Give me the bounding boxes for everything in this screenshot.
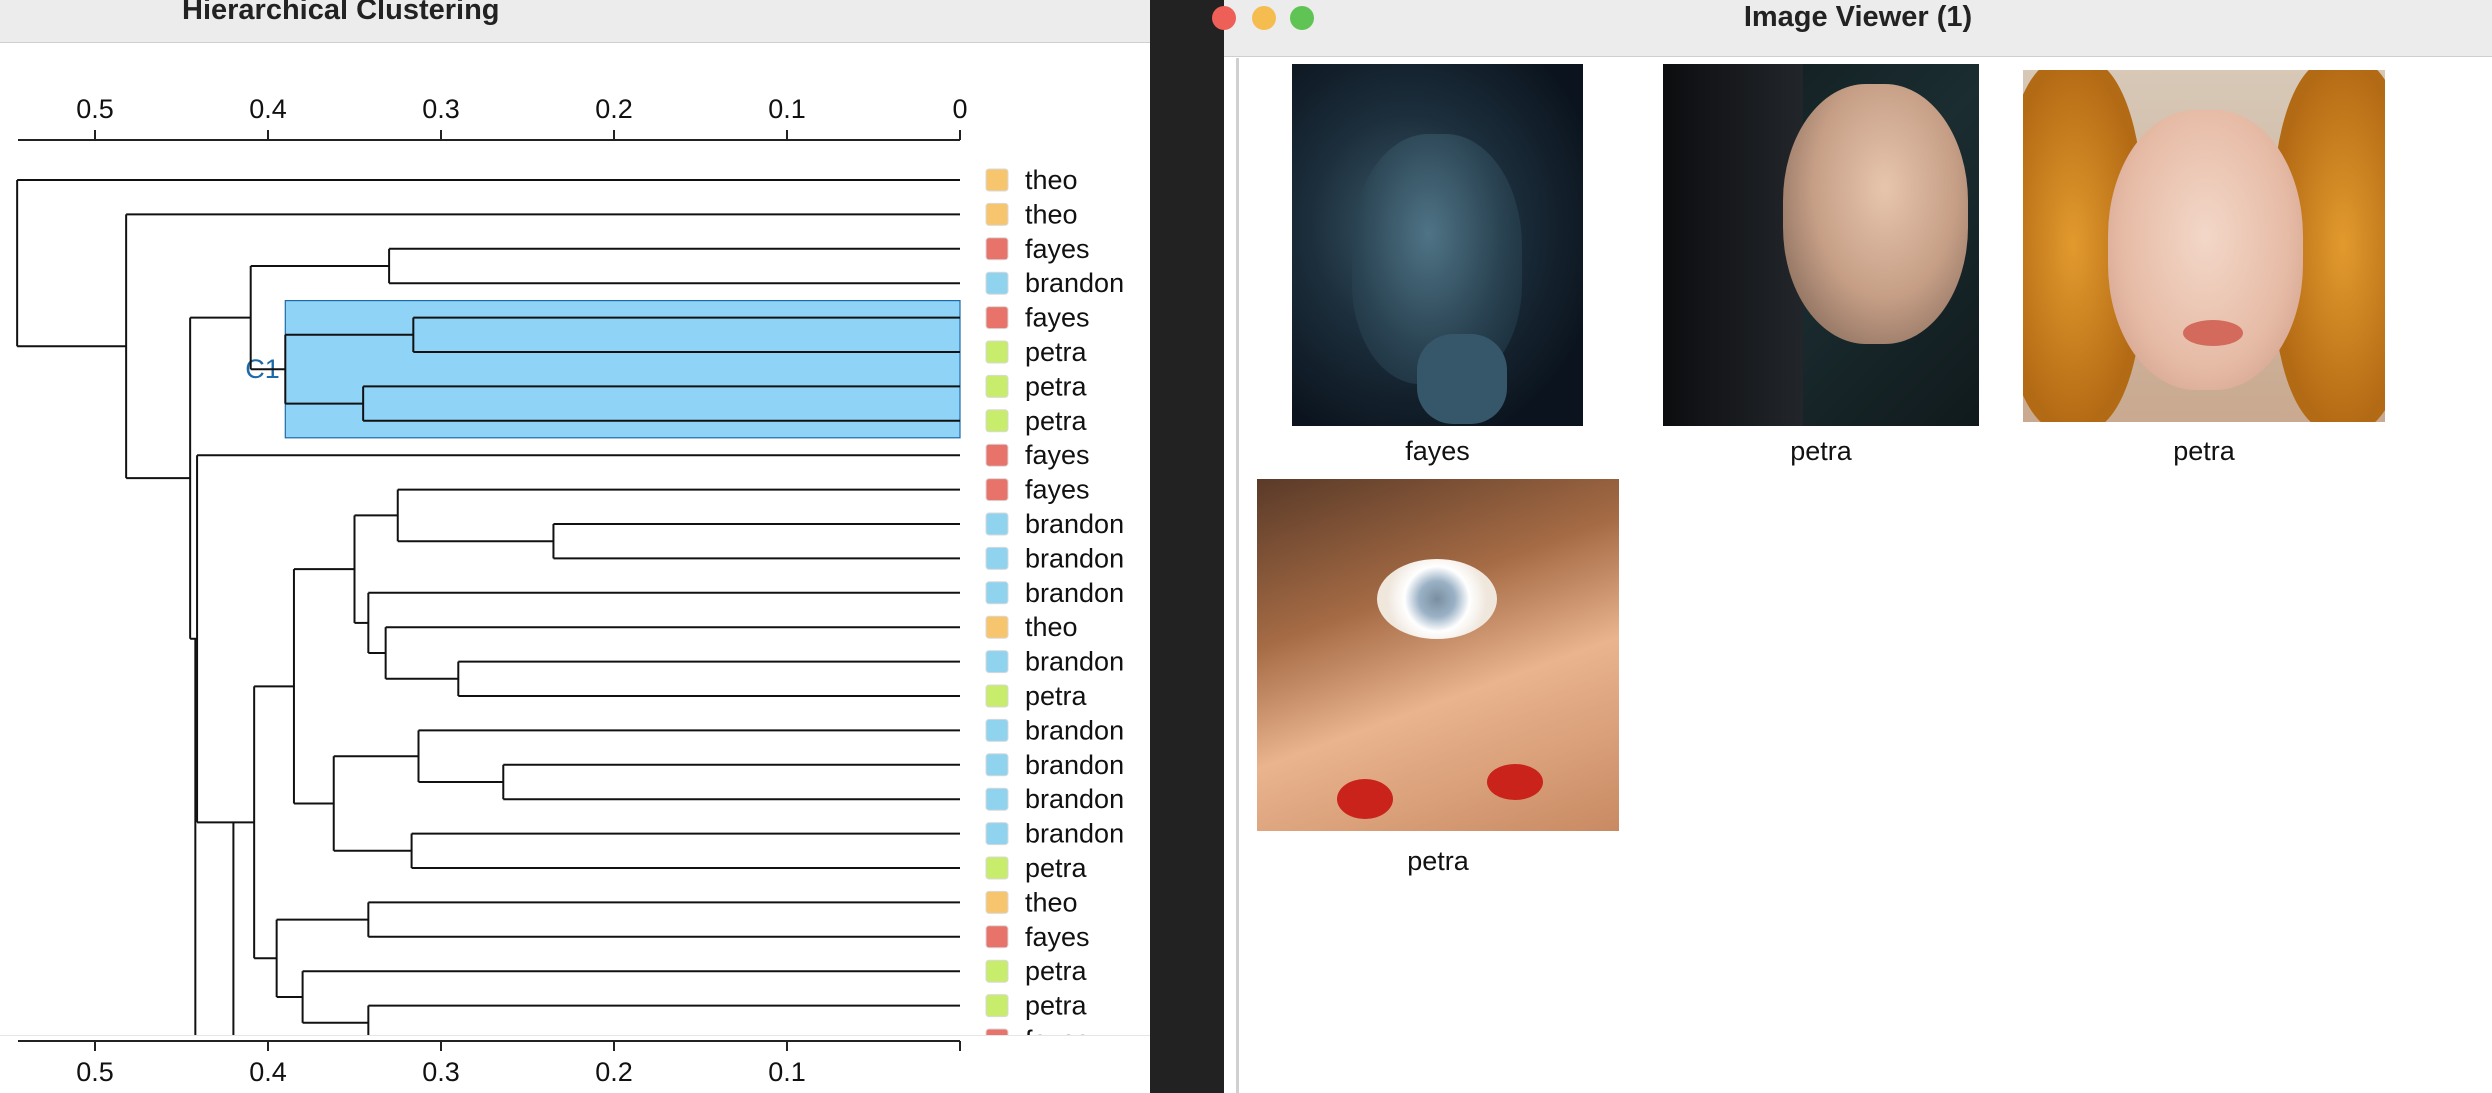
image-caption: petra <box>1790 436 1852 466</box>
leaf-color-swatch <box>985 478 1009 502</box>
bottom-axis-tick-label: 0.2 <box>595 1057 633 1087</box>
leaf-color-swatch <box>985 684 1009 708</box>
leaf-label[interactable]: theo <box>1025 612 1078 642</box>
leaf-color-swatch <box>985 581 1009 605</box>
top-axis-tick-label: 0.5 <box>76 94 114 124</box>
leaf-color-swatch <box>985 340 1009 364</box>
face-shape <box>1783 84 1968 344</box>
leaf-color-swatch <box>985 994 1009 1018</box>
leaf-label[interactable]: petra <box>1025 853 1088 883</box>
leaf-label[interactable]: fayes <box>1025 303 1090 333</box>
bottom-axis-tick-label: 0.4 <box>249 1057 287 1087</box>
leaf-label[interactable]: brandon <box>1025 268 1124 298</box>
bottom-axis-plot: 0.5 0.4 0.3 0.2 0.1 <box>18 1040 961 1087</box>
image-grid: fayes petra petra petra <box>1236 58 2492 1093</box>
image-caption: petra <box>1407 846 1469 876</box>
leaf-color-swatch <box>985 787 1009 811</box>
bottom-axis-tick-label: 0.1 <box>768 1057 806 1087</box>
nail-shape <box>1487 764 1543 800</box>
leaf-label[interactable]: fayes <box>1025 922 1090 952</box>
bottom-axis: 0.5 0.4 0.3 0.2 0.1 <box>0 1035 1150 1093</box>
leaf-color-swatch <box>985 443 1009 467</box>
top-axis-tick-label: 0.3 <box>422 94 460 124</box>
leaf-label[interactable]: theo <box>1025 887 1078 917</box>
leaf-label[interactable]: brandon <box>1025 509 1124 539</box>
leaf-label[interactable]: petra <box>1025 337 1088 367</box>
leaf-label[interactable]: fayes <box>1025 1025 1090 1055</box>
top-axis-tick-label: 0.4 <box>249 94 287 124</box>
leaf-label[interactable]: fayes <box>1025 440 1090 470</box>
leaf-label[interactable]: brandon <box>1025 647 1124 677</box>
top-axis-tick-label: 0 <box>952 94 967 124</box>
leaf-color-swatch <box>985 409 1009 433</box>
leaf-label[interactable]: petra <box>1025 371 1088 401</box>
hand-shape <box>1417 334 1507 424</box>
leaf-label[interactable]: petra <box>1025 406 1088 436</box>
dendrogram-plot[interactable]: 0.5 0.4 0.3 0.2 0.1 0C1theotheofayesbrandonfa… <box>0 58 1150 1055</box>
leaf-color-swatch <box>985 512 1009 536</box>
leaf-color-swatch <box>985 822 1009 846</box>
leaf-label[interactable]: petra <box>1025 956 1088 986</box>
leaf-label[interactable]: fayes <box>1025 475 1090 505</box>
bottom-axis-tick-label: 0.5 <box>76 1057 114 1087</box>
image-caption: petra <box>2173 436 2235 466</box>
leaf-label[interactable]: petra <box>1025 681 1088 711</box>
top-axis-tick-label: 0.1 <box>768 94 806 124</box>
leaf-color-swatch <box>985 615 1009 639</box>
leaf-label[interactable]: brandon <box>1025 578 1124 608</box>
image-viewer-window: Image Viewer (1) fayes petra petra petra <box>1212 0 2492 1093</box>
leaf-color-swatch <box>985 168 1009 192</box>
leaf-color-swatch <box>985 753 1009 777</box>
leaf-color-swatch <box>985 890 1009 914</box>
image-caption: fayes <box>1405 436 1470 466</box>
eye-shape <box>1377 559 1497 639</box>
leaf-label[interactable]: brandon <box>1025 784 1124 814</box>
leaf-label[interactable]: brandon <box>1025 543 1124 573</box>
leaf-color-swatch <box>985 925 1009 949</box>
desktop-gap <box>1150 0 1224 1093</box>
cluster-highlight[interactable] <box>284 300 961 439</box>
image-viewer-title: Image Viewer (1) <box>1743 1 1973 33</box>
leaf-color-swatch <box>985 202 1009 226</box>
lips-shape <box>2183 320 2243 346</box>
leaf-label[interactable]: brandon <box>1025 750 1124 780</box>
leaf-color-swatch <box>985 718 1009 742</box>
leaf-color-swatch <box>985 546 1009 570</box>
face-shape <box>2108 110 2303 390</box>
nail-shape <box>1337 779 1393 819</box>
leaf-label[interactable]: theo <box>1025 165 1078 195</box>
leaf-label[interactable]: brandon <box>1025 819 1124 849</box>
leaf-color-swatch <box>985 374 1009 398</box>
dendrogram-area[interactable]: 0.5 0.4 0.3 0.2 0.1 0 C1 theo theo fayes brandon fa… <box>0 58 1150 1093</box>
portrait-image[interactable] <box>1663 64 1979 426</box>
closeup-image[interactable] <box>1257 479 1619 831</box>
leaf-label[interactable]: petra <box>1025 991 1088 1021</box>
leaf-color-swatch <box>985 650 1009 674</box>
portrait-image[interactable] <box>2023 70 2385 422</box>
leaf-color-swatch <box>985 271 1009 295</box>
leaf-label[interactable]: fayes <box>1025 234 1090 264</box>
leaf-color-swatch <box>985 959 1009 983</box>
bottom-axis-tick-label: 0.3 <box>422 1057 460 1087</box>
portrait-image[interactable] <box>1292 64 1583 426</box>
leaf-color-swatch <box>985 856 1009 880</box>
leaf-color-swatch <box>985 237 1009 261</box>
leaf-color-swatch <box>985 306 1009 330</box>
top-axis-tick-label: 0.2 <box>595 94 633 124</box>
leaf-label[interactable]: brandon <box>1025 715 1124 745</box>
clustering-window-title: Hierarchical Clustering <box>182 0 500 26</box>
hierarchical-clustering-window: Hierarchical Clustering 0.5 0.4 0.3 0.2 0.1 0… <box>0 0 1150 1093</box>
image-viewer-title-bar[interactable]: Image Viewer (1) <box>1212 0 2492 57</box>
hair-shape <box>1663 64 1803 426</box>
leaf-label[interactable]: theo <box>1025 199 1078 229</box>
clustering-title-bar[interactable]: Hierarchical Clustering <box>0 0 1150 43</box>
